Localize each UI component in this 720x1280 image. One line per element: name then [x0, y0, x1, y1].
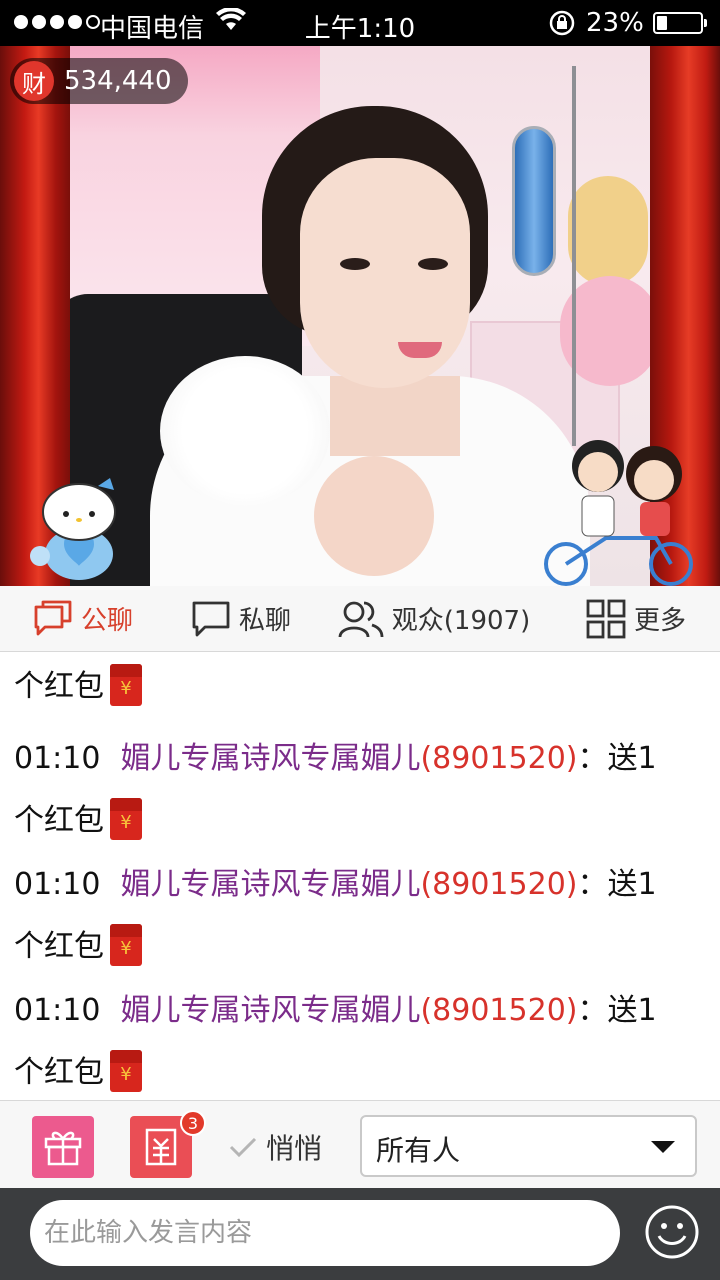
chat-message: 01:10 媚儿专属诗风专属媚儿(8901520)：送1 个红包 ¥: [14, 980, 704, 1100]
wealth-counter: 财 534,440: [10, 58, 188, 104]
wealth-value: 534,440: [64, 66, 172, 96]
whisper-toggle[interactable]: 悄悄: [228, 1127, 322, 1167]
chat-tabs: 公聊 私聊 观众(1907) 更多: [0, 586, 720, 652]
chat-message: 01:10 媚儿专属诗风专属媚儿(8901520)：送1 个红包 ¥: [14, 854, 704, 978]
hello-kitty-sticker: [30, 478, 116, 580]
message-user-id: (8901520): [420, 867, 578, 902]
chat-message-list[interactable]: 个红包 ¥ 01:10 媚儿专属诗风专属媚儿(8901520)：送1 个红包 ¥ 01…: [0, 652, 720, 1100]
recipient-select[interactable]: 所有人: [360, 1115, 697, 1177]
couple-on-bike-sticker: [544, 440, 693, 586]
message-text: ：送1: [577, 867, 657, 902]
message-text: ：送1: [577, 993, 657, 1028]
message-text: 个红包: [14, 1055, 104, 1090]
audience-icon: [338, 601, 384, 637]
message-time: 01:10: [14, 867, 101, 902]
checkmark-icon: [229, 1137, 257, 1158]
red-envelope-icon: ¥: [110, 923, 142, 966]
battery-icon: [653, 12, 707, 34]
message-text: 个红包: [14, 929, 104, 964]
gift-button[interactable]: [32, 1116, 94, 1178]
chat-bubble-icon: [34, 600, 72, 635]
tab-label: 更多: [633, 606, 686, 636]
message-text: 个红包: [14, 803, 104, 838]
status-bar: 中国电信 上午1:10 23%: [0, 0, 720, 46]
red-envelope-icon: ¥: [110, 797, 142, 840]
whisper-label: 悄悄: [266, 1132, 323, 1165]
message-username[interactable]: 媚儿专属诗风专属媚儿: [120, 993, 420, 1028]
tab-label: 观众(1907): [391, 606, 531, 636]
emoji-icon[interactable]: [644, 1204, 700, 1260]
red-envelope-icon: ¥: [110, 663, 142, 706]
grid-icon: [586, 599, 626, 638]
recipient-value: 所有人: [376, 1134, 461, 1167]
message-user-id: (8901520): [420, 741, 578, 776]
chat-message: 个红包 ¥: [14, 656, 704, 718]
gift-icon: [44, 1131, 82, 1166]
wealth-badge: 财: [14, 61, 54, 101]
message-username[interactable]: 媚儿专属诗风专属媚儿: [120, 867, 420, 902]
message-text: ：送1: [577, 741, 657, 776]
tab-audience[interactable]: 观众(1907): [316, 586, 552, 651]
chat-message: 01:10 媚儿专属诗风专属媚儿(8901520)：送1 个红包 ¥: [14, 728, 704, 852]
battery-percentage: 23%: [586, 8, 644, 38]
red-envelope-count-badge: 3: [180, 1110, 206, 1136]
message-user-id: (8901520): [420, 993, 578, 1028]
microphone: [512, 126, 556, 276]
message-input-bar: [0, 1188, 720, 1280]
tab-public-chat[interactable]: 公聊: [0, 586, 166, 651]
private-chat-icon: [192, 601, 230, 636]
live-video[interactable]: 财 534,440: [0, 46, 720, 586]
chat-controls: 3 悄悄 所有人: [0, 1100, 720, 1188]
tab-label: 私聊: [238, 606, 291, 636]
rotation-lock-icon: [549, 10, 575, 36]
message-input[interactable]: [30, 1200, 620, 1266]
message-time: 01:10: [14, 741, 101, 776]
message-username[interactable]: 媚儿专属诗风专属媚儿: [120, 741, 420, 776]
red-envelope-outline-icon: [145, 1128, 177, 1166]
streamer: [300, 158, 470, 388]
message-time: 01:10: [14, 993, 101, 1028]
dropdown-caret-icon: [651, 1141, 675, 1153]
red-envelope-icon: ¥: [110, 1049, 142, 1092]
tab-label: 公聊: [80, 606, 133, 636]
tab-private-chat[interactable]: 私聊: [166, 586, 316, 651]
tab-more[interactable]: 更多: [552, 586, 720, 651]
